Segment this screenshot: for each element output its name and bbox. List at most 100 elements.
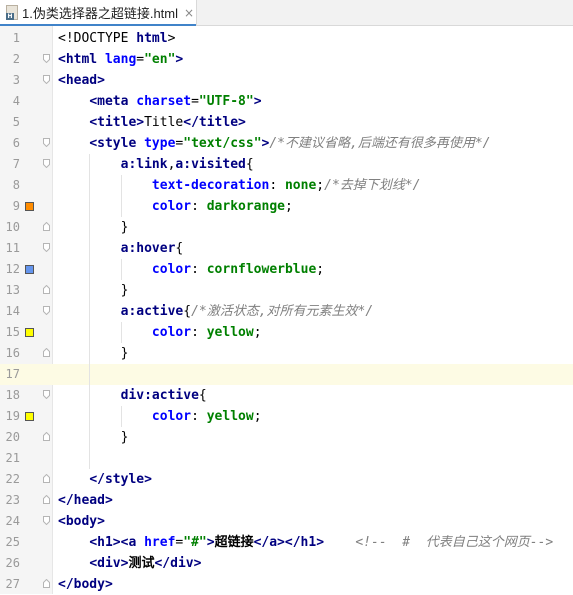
code-line[interactable]: 15 color: yellow; bbox=[0, 322, 573, 343]
color-swatch-icon[interactable] bbox=[25, 412, 34, 421]
code-token: color bbox=[151, 325, 192, 340]
code-token: <div> bbox=[89, 556, 129, 571]
code-line[interactable]: 9 color: darkorange; bbox=[0, 196, 573, 217]
code-token: Title bbox=[144, 115, 184, 130]
code-line[interactable]: 24 <body> bbox=[0, 511, 573, 532]
line-number: 25 bbox=[5, 535, 20, 549]
code-token: a:hover bbox=[120, 241, 176, 256]
color-swatch-icon[interactable] bbox=[25, 265, 34, 274]
code-line[interactable]: 25 <h1><a href="#">超链接</a></h1> <!-- # 代… bbox=[0, 532, 573, 553]
code-text: <style type="text/css">/*不建议省略,后端还有很多再使用… bbox=[58, 133, 490, 154]
color-swatch-icon[interactable] bbox=[25, 328, 34, 337]
code-token: href bbox=[144, 535, 176, 550]
fold-close-icon[interactable] bbox=[43, 348, 50, 357]
code-line[interactable]: 17 bbox=[0, 364, 573, 385]
code-line[interactable]: 18 div:active{ bbox=[0, 385, 573, 406]
code-token: { bbox=[198, 388, 207, 403]
code-line[interactable]: 2 <html lang="en"> bbox=[0, 49, 573, 70]
fold-close-icon[interactable] bbox=[43, 432, 50, 441]
line-number: 20 bbox=[5, 430, 20, 444]
line-number: 19 bbox=[5, 409, 20, 423]
line-number: 27 bbox=[5, 577, 20, 591]
line-number: 22 bbox=[5, 472, 20, 486]
code-token: > bbox=[167, 31, 176, 46]
code-line[interactable]: 27 </body> bbox=[0, 574, 573, 595]
code-text: <head> bbox=[58, 70, 105, 91]
fold-open-icon[interactable] bbox=[43, 516, 50, 525]
code-token: yellow bbox=[206, 325, 254, 340]
fold-open-icon[interactable] bbox=[43, 390, 50, 399]
code-token: cornflowerblue bbox=[206, 262, 317, 277]
code-line[interactable]: 5 <title>Title</title> bbox=[0, 112, 573, 133]
fold-close-icon[interactable] bbox=[43, 579, 50, 588]
line-number: 2 bbox=[12, 52, 20, 66]
code-token: : bbox=[191, 199, 207, 214]
code-token: </div> bbox=[154, 556, 202, 571]
code-line[interactable]: 8 text-decoration: none;/*去掉下划线*/ bbox=[0, 175, 573, 196]
code-text: </style> bbox=[58, 469, 152, 490]
fold-open-icon[interactable] bbox=[43, 138, 50, 147]
html-file-icon: H bbox=[6, 5, 18, 20]
indent-guide bbox=[120, 259, 122, 280]
code-line[interactable]: 26 <div>测试</div> bbox=[0, 553, 573, 574]
fold-open-icon[interactable] bbox=[43, 243, 50, 252]
code-token: 测试 bbox=[128, 556, 155, 571]
code-token: <head> bbox=[58, 73, 105, 88]
code-token: > bbox=[175, 52, 184, 67]
code-line[interactable]: 3 <head> bbox=[0, 70, 573, 91]
code-text: } bbox=[58, 280, 129, 301]
line-number: 17 bbox=[5, 367, 20, 381]
code-token: html bbox=[136, 31, 168, 46]
code-text: color: cornflowerblue; bbox=[58, 259, 324, 280]
code-line[interactable]: 21 bbox=[0, 448, 573, 469]
fold-open-icon[interactable] bbox=[43, 159, 50, 168]
editor-tab[interactable]: H 1.伪类选择器之超链接.html × bbox=[0, 0, 197, 26]
code-text: } bbox=[58, 217, 129, 238]
code-line[interactable]: 7 a:link,a:visited{ bbox=[0, 154, 573, 175]
code-token: > bbox=[253, 94, 262, 109]
code-token: a:link bbox=[120, 157, 168, 172]
code-token: none bbox=[284, 178, 317, 193]
fold-close-icon[interactable] bbox=[43, 495, 50, 504]
code-line[interactable]: 16 } bbox=[0, 343, 573, 364]
code-token: ; bbox=[316, 262, 325, 277]
code-token: 超链接 bbox=[214, 535, 254, 550]
indent-guide bbox=[120, 322, 122, 343]
line-number: 24 bbox=[5, 514, 20, 528]
indent-guide bbox=[120, 406, 122, 427]
fold-close-icon[interactable] bbox=[43, 285, 50, 294]
code-line[interactable]: 23 </head> bbox=[0, 490, 573, 511]
fold-close-icon[interactable] bbox=[43, 222, 50, 231]
code-line[interactable]: 11 a:hover{ bbox=[0, 238, 573, 259]
line-number: 6 bbox=[12, 136, 20, 150]
color-swatch-icon[interactable] bbox=[25, 202, 34, 211]
code-line[interactable]: 14 a:active{/*激活状态,对所有元素生效*/ bbox=[0, 301, 573, 322]
code-line[interactable]: 22 </style> bbox=[0, 469, 573, 490]
fold-open-icon[interactable] bbox=[43, 75, 50, 84]
code-line[interactable]: 13 } bbox=[0, 280, 573, 301]
code-line[interactable]: 6 <style type="text/css">/*不建议省略,后端还有很多再… bbox=[0, 133, 573, 154]
code-token: color bbox=[151, 199, 192, 214]
line-number: 9 bbox=[12, 199, 20, 213]
code-line[interactable]: 12 color: cornflowerblue; bbox=[0, 259, 573, 280]
code-text: <html lang="en"> bbox=[58, 49, 183, 70]
close-tab-icon[interactable]: × bbox=[184, 6, 194, 20]
code-text: <h1><a href="#">超链接</a></h1> <!-- # 代表自己… bbox=[58, 532, 553, 553]
fold-open-icon[interactable] bbox=[43, 306, 50, 315]
fold-open-icon[interactable] bbox=[43, 54, 50, 63]
code-line[interactable]: 1 <!DOCTYPE html> bbox=[0, 28, 573, 49]
code-editor[interactable]: 1 <!DOCTYPE html> 2 <html lang="en"> 3 <head>… bbox=[0, 26, 573, 594]
code-line[interactable]: 19 color: yellow; bbox=[0, 406, 573, 427]
line-number: 23 bbox=[5, 493, 20, 507]
code-token: </style> bbox=[89, 472, 152, 487]
fold-close-icon[interactable] bbox=[43, 474, 50, 483]
code-line[interactable]: 4 <meta charset="UTF-8"> bbox=[0, 91, 573, 112]
code-line[interactable]: 20 } bbox=[0, 427, 573, 448]
code-line[interactable]: 10 } bbox=[0, 217, 573, 238]
